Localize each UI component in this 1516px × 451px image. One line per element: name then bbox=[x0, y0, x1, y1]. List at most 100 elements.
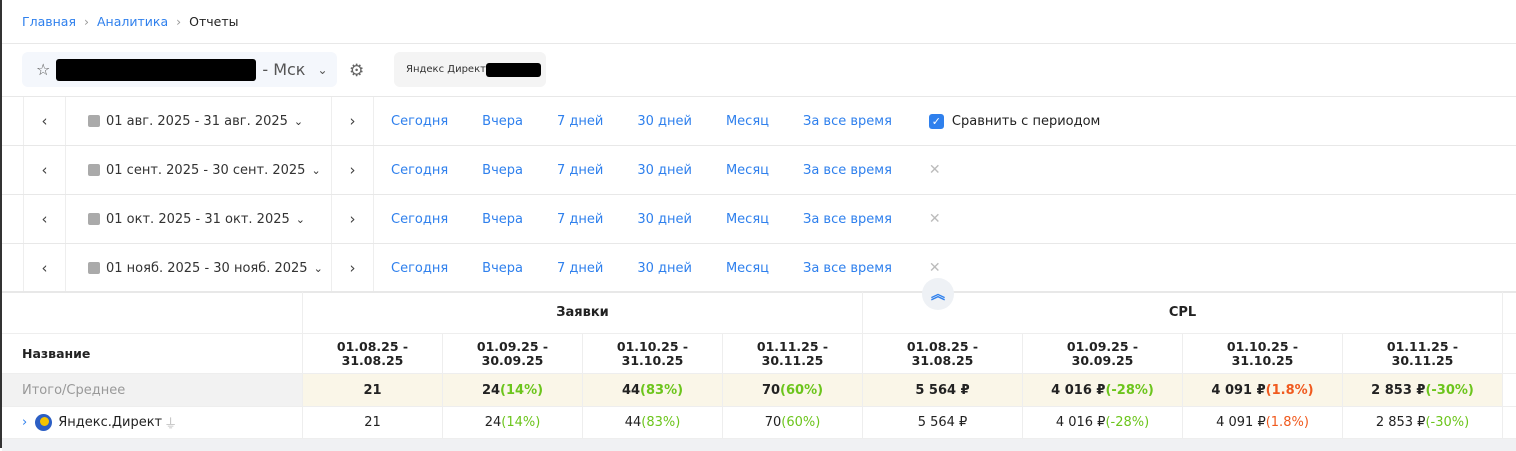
project-name-suffix: - Мск bbox=[262, 60, 306, 79]
project-selector[interactable]: ☆ - Мск ⌄ bbox=[22, 52, 337, 87]
value-cell: 4 016 ₽ (-28%) bbox=[1023, 374, 1183, 406]
group-header: CPL bbox=[863, 292, 1503, 333]
breadcrumb: Главная › Аналитика › Отчеты bbox=[22, 14, 238, 29]
name-column-header[interactable]: Название bbox=[2, 334, 303, 373]
group-header: Заявки bbox=[303, 292, 863, 333]
value-cell: 5 564 ₽ bbox=[863, 374, 1023, 406]
breadcrumb-analytics[interactable]: Аналитика bbox=[97, 14, 168, 29]
period-column-header[interactable]: 01.11.25 - 30.11.25 bbox=[1343, 334, 1503, 373]
prev-period-button[interactable]: ‹ bbox=[24, 97, 66, 145]
close-icon[interactable]: ✕ bbox=[929, 162, 941, 178]
value: 4 016 ₽ bbox=[1055, 415, 1106, 430]
next-period-button[interactable]: › bbox=[332, 244, 374, 292]
quick-link[interactable]: Вчера bbox=[482, 261, 523, 276]
quick-link[interactable]: Сегодня bbox=[391, 212, 448, 227]
change-percent: (60%) bbox=[780, 382, 824, 398]
value-cell: 70 (60%) bbox=[723, 407, 863, 438]
date-range-row: ‹ 01 нояб. 2025 - 30 нояб. 2025 ⌄ › Сегодн… bbox=[2, 244, 1516, 293]
value-cell: 2 853 ₽ (-30%) bbox=[1343, 374, 1503, 406]
prev-period-button[interactable]: ‹ bbox=[24, 244, 66, 292]
quick-link[interactable]: 7 дней bbox=[557, 212, 603, 227]
next-period-button[interactable]: › bbox=[332, 195, 374, 243]
chevron-down-icon: ⌄ bbox=[317, 62, 328, 77]
chevron-down-icon: ⌄ bbox=[295, 212, 305, 226]
change-percent: (83%) bbox=[640, 382, 684, 398]
breadcrumb-current: Отчеты bbox=[189, 14, 239, 29]
value-cell: 44 (83%) bbox=[583, 374, 723, 406]
quick-link[interactable]: Месяц bbox=[726, 163, 769, 178]
report-table: Заявки CPL Название 01.08.25 - 31.08.25 01.… bbox=[2, 291, 1516, 451]
quick-link[interactable]: 30 дней bbox=[637, 114, 692, 129]
breadcrumb-home[interactable]: Главная bbox=[22, 14, 76, 29]
quick-link[interactable]: 30 дней bbox=[637, 212, 692, 227]
quick-link[interactable]: За все время bbox=[803, 261, 892, 276]
quick-link[interactable]: За все время bbox=[803, 212, 892, 227]
value-cell: 21 bbox=[303, 374, 443, 406]
calendar-icon bbox=[88, 115, 100, 127]
next-period-button[interactable]: › bbox=[332, 97, 374, 145]
quick-link[interactable]: Сегодня bbox=[391, 163, 448, 178]
quick-link[interactable]: Месяц bbox=[726, 261, 769, 276]
quick-link[interactable]: Вчера bbox=[482, 212, 523, 227]
quick-link[interactable]: Месяц bbox=[726, 114, 769, 129]
date-range-picker[interactable]: 01 нояб. 2025 - 30 нояб. 2025 ⌄ bbox=[66, 244, 332, 292]
chevron-right-icon: › bbox=[84, 14, 89, 29]
quick-link[interactable]: 30 дней bbox=[637, 261, 692, 276]
value: 4 091 ₽ bbox=[1211, 382, 1266, 398]
table-row[interactable]: › Яндекс.Директ ⏚ 21 24 (14%) 44 (83%) 70 (60%) 5 … bbox=[2, 407, 1516, 439]
change-percent: (14%) bbox=[500, 382, 544, 398]
calendar-icon bbox=[88, 213, 100, 225]
date-range-row: ‹ 01 сент. 2025 - 30 сент. 2025 ⌄ › Сегодн… bbox=[2, 146, 1516, 195]
quick-link[interactable]: 30 дней bbox=[637, 163, 692, 178]
date-range-picker[interactable]: 01 сент. 2025 - 30 сент. 2025 ⌄ bbox=[66, 146, 332, 194]
compare-checkbox[interactable]: ✓ bbox=[928, 113, 944, 129]
quick-link[interactable]: 7 дней bbox=[557, 261, 603, 276]
calendar-icon bbox=[88, 164, 100, 176]
value: 5 564 ₽ bbox=[915, 382, 970, 398]
quick-link[interactable]: Вчера bbox=[482, 114, 523, 129]
quick-link[interactable]: Сегодня bbox=[391, 261, 448, 276]
period-column-header[interactable]: 01.10.25 - 31.10.25 bbox=[1183, 334, 1343, 373]
quick-link[interactable]: Месяц bbox=[726, 212, 769, 227]
value-cell: 70 (60%) bbox=[723, 374, 863, 406]
row-name: Яндекс.Директ bbox=[58, 415, 163, 430]
star-icon[interactable]: ☆ bbox=[36, 60, 50, 79]
change-percent: (-30%) bbox=[1425, 415, 1470, 430]
value-cell: 5 564 ₽ bbox=[863, 407, 1023, 438]
period-column-header[interactable]: 01.09.25 - 30.09.25 bbox=[1023, 334, 1183, 373]
collapse-up-icon[interactable]: ︽ bbox=[922, 278, 954, 310]
date-range-label: 01 окт. 2025 - 31 окт. 2025 bbox=[106, 211, 290, 227]
date-range-picker[interactable]: 01 авг. 2025 - 31 авг. 2025 ⌄ bbox=[66, 97, 332, 145]
quick-link[interactable]: За все время bbox=[803, 163, 892, 178]
next-period-button[interactable]: › bbox=[332, 146, 374, 194]
change-percent: (1.8%) bbox=[1265, 382, 1314, 398]
value-cell: 4 091 ₽ (1.8%) bbox=[1183, 407, 1343, 438]
yandex-direct-icon bbox=[35, 414, 53, 431]
change-percent: (-28%) bbox=[1105, 382, 1154, 398]
period-column-header[interactable]: 01.10.25 - 31.10.25 bbox=[583, 334, 723, 373]
prev-period-button[interactable]: ‹ bbox=[24, 195, 66, 243]
quick-link[interactable]: 7 дней bbox=[557, 114, 603, 129]
calendar-icon bbox=[88, 262, 100, 274]
date-range-label: 01 нояб. 2025 - 30 нояб. 2025 bbox=[106, 260, 308, 276]
period-column-header[interactable]: 01.11.25 - 30.11.25 bbox=[723, 334, 863, 373]
redacted-source-name bbox=[485, 62, 541, 77]
quick-link[interactable]: Сегодня bbox=[391, 114, 448, 129]
quick-link[interactable]: Вчера bbox=[482, 163, 523, 178]
gear-icon[interactable]: ⚙ bbox=[349, 61, 364, 81]
date-range-row: ‹ 01 авг. 2025 - 31 авг. 2025 ⌄ › Сегодня В… bbox=[2, 97, 1516, 146]
change-percent: (1.8%) bbox=[1265, 415, 1309, 430]
period-column-header[interactable]: 01.08.25 - 31.08.25 bbox=[863, 334, 1023, 373]
value-cell: 2 853 ₽ (-30%) bbox=[1343, 407, 1503, 438]
close-icon[interactable]: ✕ bbox=[929, 211, 941, 227]
period-column-header[interactable]: 01.08.25 - 31.08.25 bbox=[303, 334, 443, 373]
date-range-picker[interactable]: 01 окт. 2025 - 31 окт. 2025 ⌄ bbox=[66, 195, 332, 243]
quick-link[interactable]: За все время bbox=[803, 114, 892, 129]
source-chip[interactable]: Яндекс Директ bbox=[394, 52, 546, 87]
expand-icon[interactable]: › bbox=[22, 415, 27, 430]
date-range-label: 01 сент. 2025 - 30 сент. 2025 bbox=[106, 162, 306, 178]
close-icon[interactable]: ✕ bbox=[929, 260, 941, 276]
period-column-header[interactable]: 01.09.25 - 30.09.25 bbox=[443, 334, 583, 373]
quick-link[interactable]: 7 дней bbox=[557, 163, 603, 178]
prev-period-button[interactable]: ‹ bbox=[24, 146, 66, 194]
